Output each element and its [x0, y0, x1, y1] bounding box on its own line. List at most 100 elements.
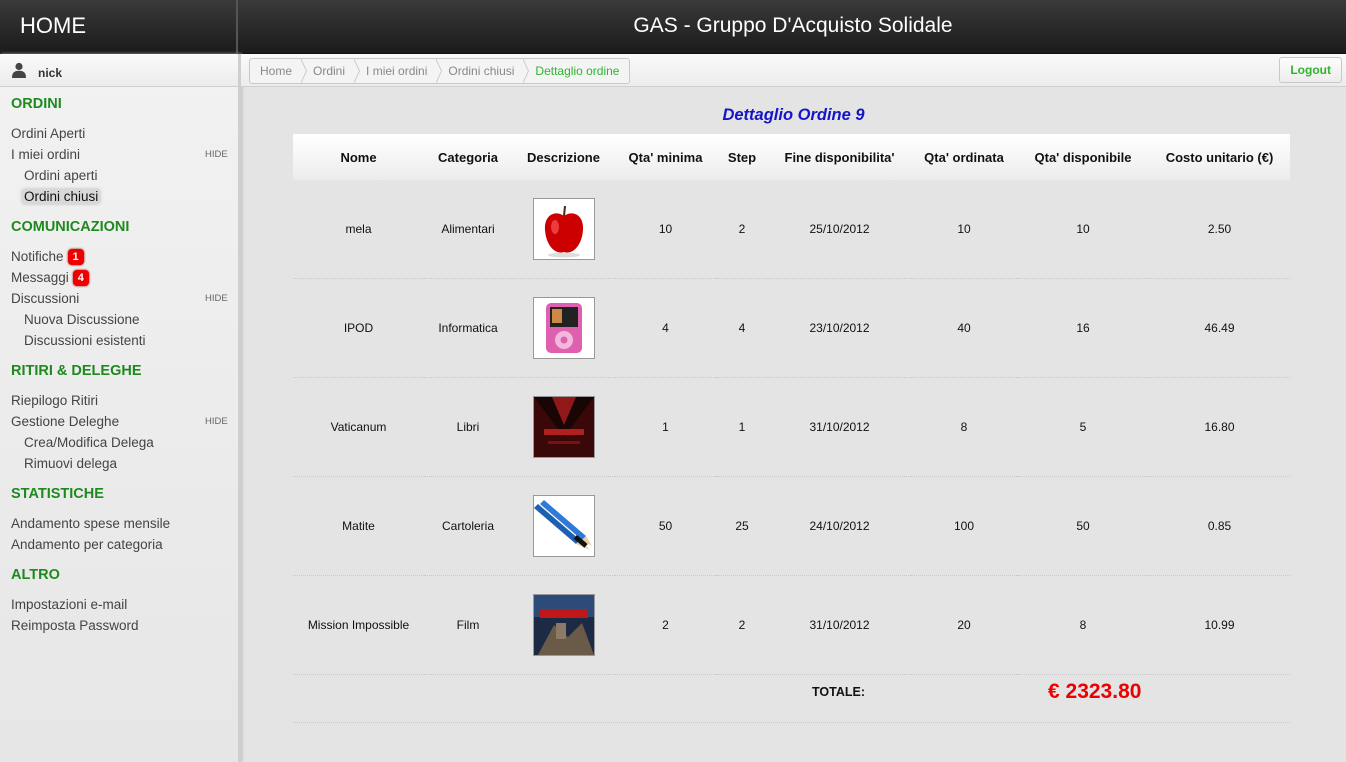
cell-costo: 16.80	[1149, 377, 1290, 477]
sidebar-item-impostazioni-email[interactable]: Impostazioni e-mail	[11, 597, 127, 612]
column-header-fine-disponibilita: Fine disponibilita'	[768, 134, 911, 180]
sidebar-item-andamento-mensile[interactable]: Andamento spese mensile	[11, 516, 170, 531]
cell-categoria: Libri	[424, 377, 512, 477]
sidebar-item-discussioni-esistenti[interactable]: Discussioni esistenti	[24, 333, 146, 348]
cell-costo: 46.49	[1149, 278, 1290, 378]
page-title: Dettaglio Ordine 9	[722, 106, 865, 124]
logout-button[interactable]: Logout	[1279, 57, 1342, 83]
notifiche-label: Notifiche	[11, 249, 64, 264]
sidebar-item-riepilogo-ritiri[interactable]: Riepilogo Ritiri	[11, 393, 98, 408]
hide-toggle-gestione-deleghe[interactable]: HIDE	[205, 416, 228, 427]
sidebar-item-andamento-categoria[interactable]: Andamento per categoria	[11, 537, 163, 552]
sidebar-item-discussioni[interactable]: Discussioni	[11, 291, 79, 306]
cell-fine-disponibilita: 31/10/2012	[768, 575, 911, 675]
cell-categoria: Informatica	[424, 278, 512, 378]
cell-step: 2	[716, 180, 768, 279]
user-info: nick	[0, 54, 238, 87]
sidebar-item-nuova-discussione[interactable]: Nuova Discussione	[24, 312, 140, 327]
total-value: € 2323.80	[1048, 680, 1142, 703]
column-header-costo: Costo unitario (€)	[1149, 134, 1290, 180]
cell-fine-disponibilita: 23/10/2012	[768, 278, 911, 378]
column-header-categoria: Categoria	[424, 134, 512, 180]
cell-qta-disponibile: 5	[1017, 377, 1149, 477]
column-header-nome: Nome	[293, 134, 424, 180]
breadcrumb: Home Ordini I miei ordini Ordini chiusi …	[249, 58, 631, 84]
table-row: Matite Cartoleria 50 25 24/10/2012 100 5…	[293, 476, 1290, 576]
cell-qta-minima: 1	[615, 377, 716, 477]
cell-categoria: Cartoleria	[424, 476, 512, 576]
sidebar-item-sub-ordini-aperti[interactable]: Ordini aperti	[24, 168, 98, 183]
cell-qta-minima: 50	[615, 476, 716, 576]
cell-fine-disponibilita: 24/10/2012	[768, 476, 911, 576]
cell-qta-ordinata: 10	[911, 180, 1017, 279]
pencils-image[interactable]	[532, 495, 595, 557]
sidebar-item-ordini-chiusi[interactable]: Ordini chiusi	[22, 189, 101, 204]
table-header-row: Nome Categoria Descrizione Qta' minima S…	[293, 134, 1290, 180]
cell-fine-disponibilita: 25/10/2012	[768, 180, 911, 279]
cell-nome: Matite	[293, 476, 424, 576]
cell-nome: Mission Impossible	[293, 575, 424, 675]
table-row: Mission Impossible Film 2 2 31/10/2012 2…	[293, 575, 1290, 675]
sidebar-item-notifiche[interactable]: Notifiche 1	[11, 249, 84, 265]
sidebar-item-rimuovi-delega[interactable]: Rimuovi delega	[24, 456, 117, 471]
cell-qta-disponibile: 16	[1017, 278, 1149, 378]
sidebar-item-miei-ordini[interactable]: I miei ordini	[11, 147, 80, 162]
cell-costo: 2.50	[1149, 180, 1290, 279]
ipod-image[interactable]	[532, 297, 595, 359]
section-title-comunicazioni: COMUNICAZIONI	[11, 219, 130, 235]
cell-categoria: Film	[424, 575, 512, 675]
notifiche-badge: 1	[67, 249, 84, 265]
sidebar-item-messaggi[interactable]: Messaggi 4	[11, 270, 89, 286]
column-header-qta-disponibile: Qta' disponibile	[1017, 134, 1149, 180]
table-row: IPOD Informatica 4 4 23/10/2012 40 16 46…	[293, 278, 1290, 378]
cell-step: 25	[716, 476, 768, 576]
cell-qta-minima: 4	[615, 278, 716, 378]
sidebar-item-reimposta-password[interactable]: Reimposta Password	[11, 618, 139, 633]
column-header-qta-ordinata: Qta' ordinata	[911, 134, 1017, 180]
movie-cover-image[interactable]	[532, 594, 595, 656]
cell-qta-minima: 10	[615, 180, 716, 279]
messaggi-badge: 4	[72, 270, 89, 286]
cell-nome: mela	[293, 180, 424, 279]
total-row: TOTALE: € 2323.80	[293, 664, 1290, 723]
cell-step: 2	[716, 575, 768, 675]
cell-qta-disponibile: 50	[1017, 476, 1149, 576]
table-row: Vaticanum Libri 1 1 31/10/2012 8 5 16.80	[293, 377, 1290, 477]
breadcrumb-ordini[interactable]: Ordini	[301, 59, 361, 83]
app-title: GAS - Gruppo D'Acquisto Solidale	[633, 14, 953, 37]
cell-categoria: Alimentari	[424, 180, 512, 279]
section-title-ritiri: RITIRI & DELEGHE	[11, 363, 142, 379]
cell-costo: 10.99	[1149, 575, 1290, 675]
section-title-ordini: ORDINI	[11, 96, 62, 112]
breadcrumb-home[interactable]: Home	[250, 59, 308, 83]
user-name: nick	[38, 66, 63, 80]
breadcrumb-current: Dettaglio ordine	[535, 64, 620, 78]
breadcrumb-ordini-chiusi[interactable]: Ordini chiusi	[436, 59, 530, 83]
order-detail-table: Nome Categoria Descrizione Qta' minima S…	[293, 134, 1290, 675]
cell-qta-minima: 2	[615, 575, 716, 675]
cell-qta-ordinata: 20	[911, 575, 1017, 675]
home-link[interactable]: HOME	[0, 0, 238, 53]
cell-nome: IPOD	[293, 278, 424, 378]
cell-step: 4	[716, 278, 768, 378]
breadcrumb-miei-ordini[interactable]: I miei ordini	[354, 59, 443, 83]
cell-qta-disponibile: 8	[1017, 575, 1149, 675]
cell-qta-ordinata: 40	[911, 278, 1017, 378]
user-icon	[12, 62, 26, 78]
cell-costo: 0.85	[1149, 476, 1290, 576]
breadcrumb-bar: Home Ordini I miei ordini Ordini chiusi …	[241, 54, 1346, 87]
top-header: HOME GAS - Gruppo D'Acquisto Solidale	[0, 0, 1346, 54]
hide-toggle-discussioni[interactable]: HIDE	[205, 293, 228, 304]
sidebar-item-gestione-deleghe[interactable]: Gestione Deleghe	[11, 414, 119, 429]
apple-image[interactable]	[532, 198, 595, 260]
book-cover-image[interactable]	[532, 396, 595, 458]
hide-toggle-miei-ordini[interactable]: HIDE	[205, 149, 228, 160]
cell-nome: Vaticanum	[293, 377, 424, 477]
cell-step: 1	[716, 377, 768, 477]
column-header-step: Step	[716, 134, 768, 180]
cell-qta-ordinata: 100	[911, 476, 1017, 576]
cell-qta-disponibile: 10	[1017, 180, 1149, 279]
table-row: mela Alimentari 10 2 25/10/2012 10 10 2.…	[293, 180, 1290, 279]
sidebar-item-ordini-aperti[interactable]: Ordini Aperti	[11, 126, 85, 141]
sidebar-item-crea-delega[interactable]: Crea/Modifica Delega	[24, 435, 154, 450]
